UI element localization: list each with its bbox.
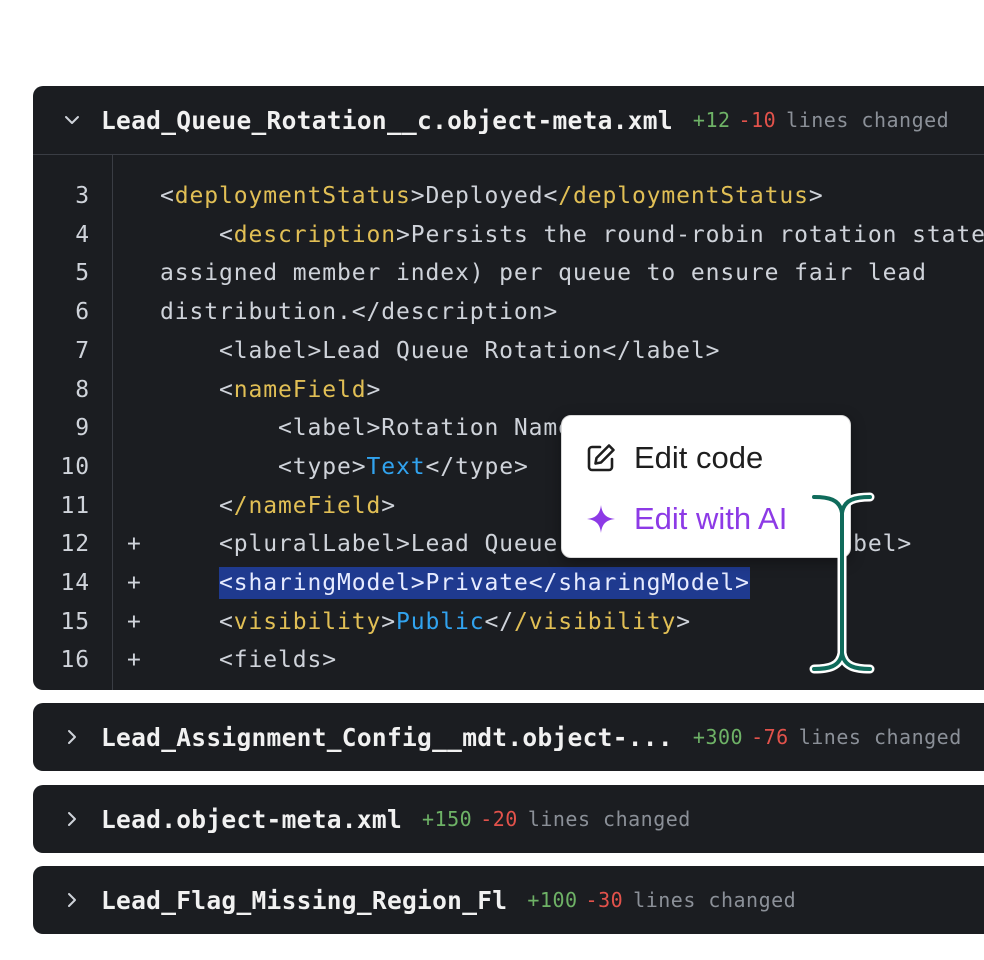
file-header[interactable]: Lead_Queue_Rotation__c.object-meta.xml +… [33, 86, 984, 155]
code-text: <nameField> [160, 376, 382, 403]
lines-removed: -76 [751, 725, 789, 749]
lines-changed-label: lines changed [527, 807, 691, 831]
sparkle-icon [584, 502, 618, 536]
lines-changed-label: lines changed [633, 888, 797, 912]
file-name[interactable]: Lead_Queue_Rotation__c.object-meta.xml [101, 106, 673, 135]
lines-removed: -10 [738, 108, 777, 132]
code-text: distribution.</description> [160, 299, 559, 326]
diff-marker: + [127, 570, 142, 596]
line-number: 9 [75, 415, 90, 442]
code-line[interactable]: 6 distribution.</description> [33, 293, 984, 332]
line-number: 11 [60, 492, 90, 519]
file-name[interactable]: Lead_Flag_Missing_Region_Fl [101, 886, 507, 915]
lines-changed-label: lines changed [786, 108, 950, 132]
code-line[interactable]: 4 <description>Persists the round-robin … [33, 216, 984, 255]
code-text: <sharingModel>Private</sharingModel> [160, 564, 750, 603]
code-text: <label>Lead Queue Rotation</label> [160, 337, 721, 364]
file-header[interactable]: Lead.object-meta.xml +150 -20 lines change… [33, 785, 984, 853]
lines-added: +150 [422, 807, 473, 831]
diff-stats: +12 -10 lines changed [693, 108, 949, 132]
code-line[interactable]: 8 <nameField> [33, 371, 984, 410]
lines-added: +12 [692, 108, 731, 132]
lines-added: +300 [692, 725, 744, 749]
line-number: 4 [75, 221, 90, 248]
code-line[interactable]: 7 <label>Lead Queue Rotation</label> [33, 332, 984, 371]
code-text: <description>Persists the round-robin ro… [160, 221, 984, 248]
diff-marker: + [127, 647, 142, 674]
diff-stats: +100 -30 lines changed [527, 888, 796, 912]
line-number: 12 [60, 531, 90, 558]
pencil-square-icon [584, 441, 618, 475]
code-text: <visibility>Public<//visibility> [160, 608, 691, 635]
diff-marker: + [127, 531, 142, 558]
edit-with-ai-menu-item[interactable]: Edit with AI [584, 497, 787, 541]
chevron-down-icon[interactable] [61, 109, 83, 131]
diff-marker: + [127, 608, 142, 635]
code-text: </nameField> [160, 492, 396, 519]
code-line[interactable]: 3 <deploymentStatus>Deployed</deploymentS… [33, 177, 984, 216]
text-cursor-icon [809, 492, 875, 674]
line-number: 3 [75, 183, 90, 209]
file-diff-panel: Lead_Assignment_Config__mdt.object-... +… [33, 703, 984, 771]
edit-with-ai-label: Edit with AI [634, 501, 788, 536]
file-header[interactable]: Lead_Assignment_Config__mdt.object-... +… [33, 703, 984, 771]
line-number: 15 [60, 608, 90, 635]
code-text: <type>Text</type> [160, 453, 529, 480]
diff-stats: +300 -76 lines changed [693, 725, 962, 749]
file-diff-panel: Lead.object-meta.xml +150 -20 lines change… [33, 785, 984, 853]
code-text: assigned member index) per queue to ensu… [160, 260, 927, 287]
lines-removed: -20 [480, 807, 518, 831]
diff-stats: +150 -20 lines changed [422, 807, 691, 831]
line-number: 14 [60, 570, 90, 596]
chevron-right-icon[interactable] [61, 889, 83, 911]
file-name[interactable]: Lead_Assignment_Config__mdt.object-... [101, 723, 673, 752]
file-name[interactable]: Lead.object-meta.xml [101, 805, 402, 834]
lines-changed-label: lines changed [798, 725, 962, 749]
code-text: <deploymentStatus>Deployed</deploymentSt… [160, 183, 824, 209]
lines-added: +100 [527, 888, 578, 912]
edit-code-menu-item[interactable]: Edit code [584, 436, 763, 480]
line-number: 5 [75, 260, 90, 287]
file-diff-panel: Lead_Flag_Missing_Region_Fl +100 -30 lines… [33, 866, 984, 934]
chevron-right-icon[interactable] [61, 726, 83, 748]
chevron-right-icon[interactable] [61, 808, 83, 830]
line-number: 6 [75, 299, 90, 326]
line-number: 7 [75, 337, 90, 364]
line-number: 10 [60, 453, 90, 480]
lines-removed: -30 [585, 888, 624, 912]
line-number: 16 [60, 647, 90, 674]
code-text: <fields> [160, 647, 337, 674]
file-header[interactable]: Lead_Flag_Missing_Region_Fl +100 -30 lines… [33, 866, 984, 934]
code-line[interactable]: 5 assigned member index) per queue to ens… [33, 254, 984, 293]
edit-code-label: Edit code [634, 440, 764, 475]
line-number: 8 [75, 376, 90, 403]
